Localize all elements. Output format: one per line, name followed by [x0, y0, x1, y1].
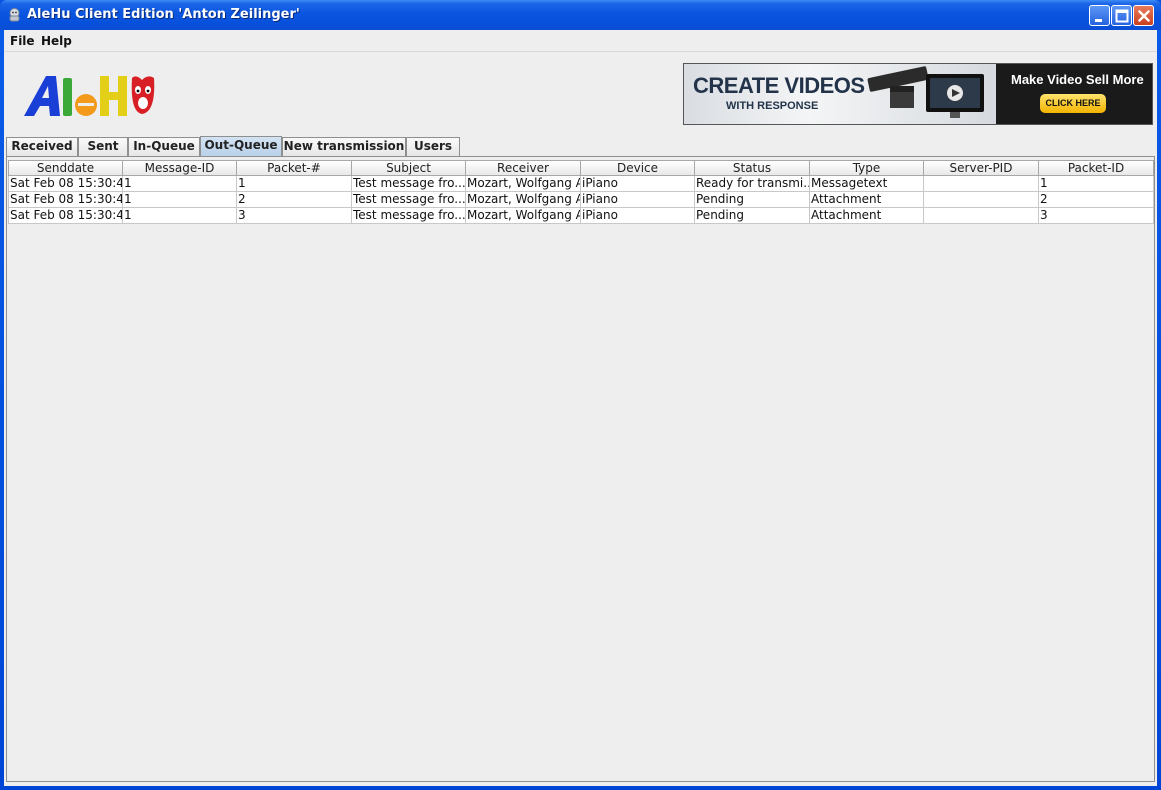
ad-click-here-button[interactable]: CLICK HERE [1040, 94, 1106, 113]
out-queue-panel: Senddate Message-ID Packet-# Subject Rec… [6, 156, 1155, 782]
table-cell[interactable]: iPiano [581, 176, 695, 192]
table-cell[interactable]: 1 [123, 192, 237, 208]
table-cell[interactable]: Test message fro... [352, 176, 466, 192]
menu-help[interactable]: Help [38, 33, 75, 49]
table-cell[interactable] [924, 208, 1039, 224]
table-cell[interactable]: Pending [695, 192, 810, 208]
col-header-receiver[interactable]: Receiver [466, 160, 581, 176]
minimize-icon [1095, 19, 1102, 22]
col-header-device[interactable]: Device [581, 160, 695, 176]
table-cell[interactable]: Attachment [810, 192, 924, 208]
table-header: Senddate Message-ID Packet-# Subject Rec… [8, 160, 1154, 176]
window-content: File Help CREATE VIDEOS WITH RESPONSE Ma… [4, 30, 1157, 786]
menu-bar: File Help [4, 30, 1157, 52]
table-cell[interactable]: Messagetext [810, 176, 924, 192]
col-header-subject[interactable]: Subject [352, 160, 466, 176]
table-cell[interactable]: iPiano [581, 192, 695, 208]
table-cell[interactable]: Mozart, Wolfgang A... [466, 208, 581, 224]
col-header-senddate[interactable]: Senddate [8, 160, 123, 176]
table-cell[interactable]: Test message fro... [352, 192, 466, 208]
table-cell[interactable]: Sat Feb 08 15:30:4... [8, 208, 123, 224]
ad-subline: WITH RESPONSE [726, 100, 819, 112]
table-cell[interactable] [924, 176, 1039, 192]
table-cell[interactable]: 1 [1039, 176, 1154, 192]
tab-users[interactable]: Users [406, 137, 460, 156]
title-bar[interactable]: AleHu Client Edition 'Anton Zeilinger' [0, 0, 1161, 30]
tab-sent[interactable]: Sent [78, 137, 128, 156]
col-header-packet-number[interactable]: Packet-# [237, 160, 352, 176]
table-cell[interactable]: Test message fro... [352, 208, 466, 224]
maximize-icon [1115, 9, 1129, 23]
table-cell[interactable]: Pending [695, 208, 810, 224]
table-cell[interactable]: iPiano [581, 208, 695, 224]
tab-in-queue[interactable]: In-Queue [128, 137, 200, 156]
maximize-button[interactable] [1111, 5, 1132, 26]
table-cell[interactable]: 2 [1039, 192, 1154, 208]
col-header-message-id[interactable]: Message-ID [123, 160, 237, 176]
menu-file[interactable]: File [7, 33, 38, 49]
ad-left-panel: CREATE VIDEOS WITH RESPONSE [684, 64, 996, 124]
app-window: AleHu Client Edition 'Anton Zeilinger' F… [0, 0, 1161, 790]
java-app-icon [7, 7, 22, 22]
table-cell[interactable]: 1 [123, 176, 237, 192]
tab-new-transmission[interactable]: New transmission [282, 137, 406, 156]
table-row[interactable]: Sat Feb 08 15:30:4... 1 2 Test message fro.… [8, 192, 1154, 208]
close-icon [1138, 10, 1150, 22]
ad-headline: CREATE VIDEOS [693, 73, 865, 98]
table-cell[interactable]: 1 [237, 176, 352, 192]
table-cell[interactable]: Sat Feb 08 15:30:4... [8, 192, 123, 208]
ad-right-text: Make Video Sell More [1011, 72, 1144, 87]
col-header-packet-id[interactable]: Packet-ID [1039, 160, 1154, 176]
table-row[interactable]: Sat Feb 08 15:30:4... 1 3 Test message fro.… [8, 208, 1154, 224]
table-cell[interactable]: Mozart, Wolfgang A... [466, 192, 581, 208]
out-queue-table[interactable]: Senddate Message-ID Packet-# Subject Rec… [8, 160, 1154, 224]
ad-banner[interactable]: CREATE VIDEOS WITH RESPONSE Make Video S… [683, 63, 1153, 125]
table-row[interactable]: Sat Feb 08 15:30:4... 1 1 Test message fro.… [8, 176, 1154, 192]
film-monitor-icon [867, 66, 984, 118]
window-title: AleHu Client Edition 'Anton Zeilinger' [27, 7, 300, 22]
table-cell[interactable]: Sat Feb 08 15:30:4... [8, 176, 123, 192]
table-cell[interactable]: Attachment [810, 208, 924, 224]
alehu-logo [20, 68, 158, 120]
col-header-status[interactable]: Status [695, 160, 810, 176]
table-cell[interactable]: 2 [237, 192, 352, 208]
table-cell[interactable] [924, 192, 1039, 208]
tab-out-queue[interactable]: Out-Queue [200, 136, 282, 156]
col-header-type[interactable]: Type [810, 160, 924, 176]
table-cell[interactable]: Mozart, Wolfgang A... [466, 176, 581, 192]
table-cell[interactable]: Ready for transmi... [695, 176, 810, 192]
table-cell[interactable]: 3 [237, 208, 352, 224]
table-cell[interactable]: 1 [123, 208, 237, 224]
close-button[interactable] [1133, 5, 1154, 26]
table-body: Sat Feb 08 15:30:4... 1 1 Test message fro.… [8, 176, 1154, 224]
table-cell[interactable]: 3 [1039, 208, 1154, 224]
minimize-button[interactable] [1089, 5, 1110, 26]
tab-received[interactable]: Received [6, 137, 78, 156]
col-header-server-pid[interactable]: Server-PID [924, 160, 1039, 176]
